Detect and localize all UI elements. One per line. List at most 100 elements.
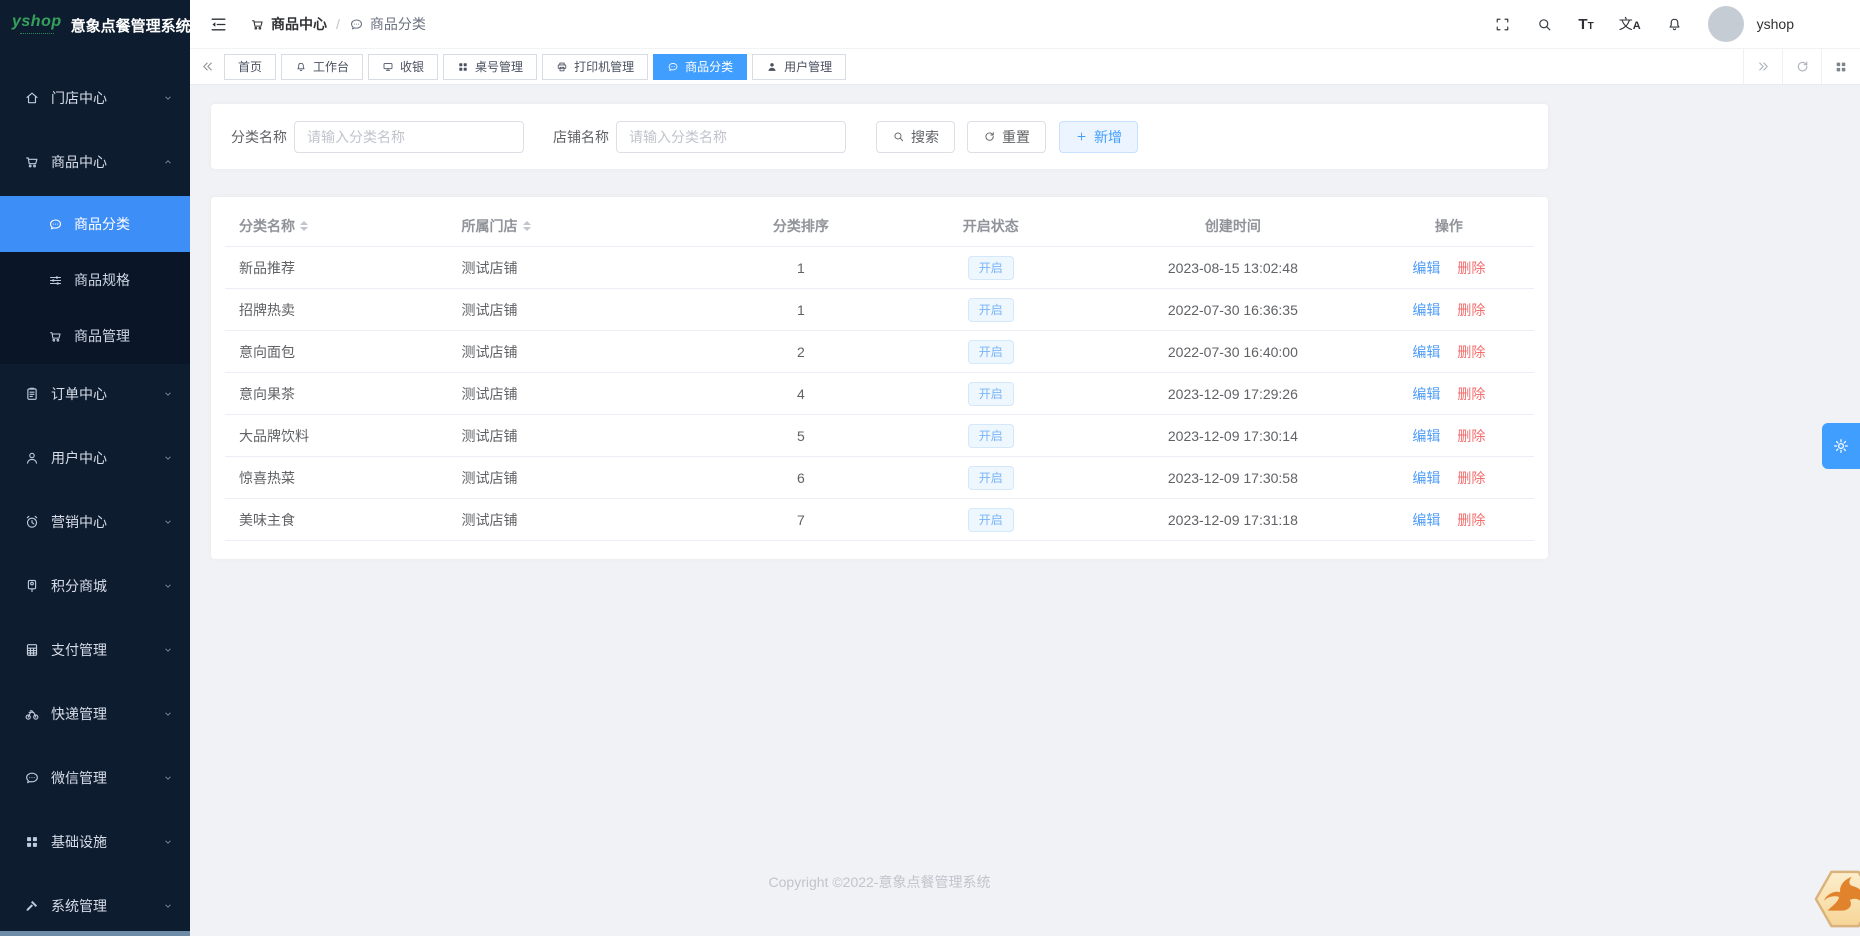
edit-link[interactable]: 编辑 — [1412, 512, 1440, 528]
delete-link[interactable]: 删除 — [1457, 512, 1485, 528]
clipboard-icon — [24, 386, 40, 402]
sort-caret-icon[interactable] — [300, 217, 308, 235]
sidebar-item-user-center[interactable]: 用户中心 — [0, 428, 190, 488]
monitor-icon — [382, 61, 394, 73]
bell-icon[interactable] — [1666, 16, 1683, 33]
delete-link[interactable]: 删除 — [1457, 428, 1485, 444]
sidebar-item-payment-management[interactable]: 支付管理 — [0, 620, 190, 680]
column-header-sort-order: 分类排序 — [722, 205, 880, 247]
store-name-label: 店铺名称 — [553, 128, 609, 145]
chevron-up-icon — [162, 156, 174, 168]
avatar[interactable] — [1707, 6, 1744, 42]
settings-drawer-button[interactable] — [1822, 423, 1860, 469]
sidebar: yshop 意象点餐管理系统 门店中心 商品中心 商品分类 商品规格 商品管理 订单中心用… — [0, 0, 191, 936]
edit-link[interactable]: 编辑 — [1412, 344, 1440, 360]
sidebar-item-marketing-center[interactable]: 营销中心 — [0, 492, 190, 552]
tab-table-management[interactable]: 桌号管理 — [443, 53, 538, 80]
tab-cashier[interactable]: 收银 — [368, 53, 439, 80]
sidebar-item-infrastructure[interactable]: 基础设施 — [0, 812, 190, 872]
tabbar-controls — [1743, 49, 1860, 84]
tab-printer-management[interactable]: 打印机管理 — [542, 53, 649, 80]
fullscreen-icon[interactable] — [1494, 16, 1511, 33]
cell-category-name: 意向果茶 — [225, 372, 448, 415]
sidebar-item-product-center[interactable]: 商品中心 — [0, 132, 190, 192]
cell-category-name: 大品牌饮料 — [225, 414, 448, 457]
cell-category-name: 惊喜热菜 — [225, 456, 448, 499]
sort-caret-icon[interactable] — [522, 217, 531, 235]
chevron-down-icon — [162, 388, 174, 400]
edit-link[interactable]: 编辑 — [1412, 470, 1440, 486]
cell-actions: 编辑 删除 — [1363, 456, 1534, 499]
alarm-icon — [24, 514, 40, 530]
edit-link[interactable]: 编辑 — [1412, 302, 1440, 318]
yshop-logo: yshop — [12, 13, 62, 37]
tab-product-category[interactable]: 商品分类 — [653, 53, 748, 80]
delete-link[interactable]: 删除 — [1457, 302, 1485, 318]
sidebar-item-system-management[interactable]: 系统管理 — [0, 876, 190, 936]
layout-grid-button[interactable] — [1821, 49, 1860, 84]
cell-created-time: 2023-08-15 13:02:48 — [1101, 246, 1364, 289]
add-button[interactable]: 新增 — [1059, 120, 1138, 153]
tab-workbench[interactable]: 工作台 — [281, 53, 364, 80]
footer-copyright: Copyright ©2022-意象点餐管理系统 — [768, 874, 991, 890]
sidebar-item-order-center[interactable]: 订单中心 — [0, 364, 190, 424]
cell-sort-order: 1 — [722, 246, 880, 289]
cell-category-name: 意向面包 — [225, 330, 448, 373]
logo-tagline-decoration — [19, 32, 54, 37]
delete-link[interactable]: 删除 — [1457, 344, 1485, 360]
tab-user-management[interactable]: 用户管理 — [752, 53, 847, 80]
table-row: 意向果茶 测试店铺 4 开启 2023-12-09 17:29:26 编辑 删除 — [225, 372, 1534, 415]
category-name-input[interactable] — [294, 120, 524, 153]
sidebar-subitem-product-category[interactable]: 商品分类 — [0, 196, 190, 252]
breadcrumb-item-product-center[interactable]: 商品中心 — [250, 14, 327, 34]
column-header-store[interactable]: 所属门店 — [447, 205, 723, 247]
grid4-icon — [457, 61, 469, 73]
tabs-scroll-right-button[interactable] — [1743, 49, 1782, 84]
collapse-sidebar-icon[interactable] — [209, 15, 228, 34]
chevron-down-icon — [162, 900, 174, 912]
edit-link[interactable]: 编辑 — [1412, 428, 1440, 444]
sidebar-subitem-product-management[interactable]: 商品管理 — [0, 308, 190, 364]
translate-icon[interactable]: 文A — [1619, 17, 1641, 32]
delete-link[interactable]: 删除 — [1457, 470, 1485, 486]
search-button[interactable]: 搜索 — [876, 120, 955, 153]
chevron-down-icon — [162, 580, 174, 592]
table-row: 意向面包 测试店铺 2 开启 2022-07-30 16:40:00 编辑 删除 — [225, 330, 1534, 373]
cell-created-time: 2022-07-30 16:40:00 — [1101, 330, 1364, 373]
cell-store: 测试店铺 — [447, 414, 723, 457]
search-icon — [892, 130, 905, 143]
sidebar-item-store-center[interactable]: 门店中心 — [0, 68, 190, 128]
cell-actions: 编辑 删除 — [1363, 330, 1534, 373]
search-icon[interactable] — [1536, 16, 1553, 33]
table-row: 新品推荐 测试店铺 1 开启 2023-08-15 13:02:48 编辑 删除 — [225, 246, 1534, 289]
tabs-scroll-left-button[interactable] — [190, 59, 224, 74]
cell-actions: 编辑 删除 — [1363, 288, 1534, 331]
column-header-status: 开启状态 — [879, 205, 1102, 247]
chevron-down-icon — [162, 772, 174, 784]
column-header-category-name[interactable]: 分类名称 — [225, 205, 448, 247]
sidebar-scrollbar[interactable] — [0, 931, 190, 936]
breadcrumb-item-product-category[interactable]: 商品分类 — [349, 14, 426, 34]
table-row: 大品牌饮料 测试店铺 5 开启 2023-12-09 17:30:14 编辑 删除 — [225, 414, 1534, 457]
refresh-icon — [983, 130, 996, 143]
gear-icon — [1832, 437, 1850, 455]
sidebar-item-wechat-management[interactable]: 微信管理 — [0, 748, 190, 808]
username[interactable]: yshop — [1757, 16, 1794, 32]
sidebar-item-express-management[interactable]: 快递管理 — [0, 684, 190, 744]
delete-link[interactable]: 删除 — [1457, 386, 1485, 402]
reset-button[interactable]: 重置 — [967, 120, 1046, 153]
sidebar-item-points-mall[interactable]: 积分商城 — [0, 556, 190, 616]
delete-link[interactable]: 删除 — [1457, 260, 1485, 276]
cell-actions: 编辑 删除 — [1363, 498, 1534, 541]
tab-home[interactable]: 首页 — [224, 53, 277, 80]
store-name-input[interactable] — [616, 120, 846, 153]
edit-link[interactable]: 编辑 — [1412, 260, 1440, 276]
sidebar-subitem-product-spec[interactable]: 商品规格 — [0, 252, 190, 308]
chevron-down-icon — [162, 516, 174, 528]
chat-icon — [24, 770, 40, 786]
edit-link[interactable]: 编辑 — [1412, 386, 1440, 402]
cell-category-name: 美味主食 — [225, 498, 448, 541]
bird-logo-badge[interactable] — [1814, 868, 1860, 930]
refresh-tab-button[interactable] — [1782, 49, 1821, 84]
font-size-icon[interactable]: TT — [1578, 17, 1593, 32]
